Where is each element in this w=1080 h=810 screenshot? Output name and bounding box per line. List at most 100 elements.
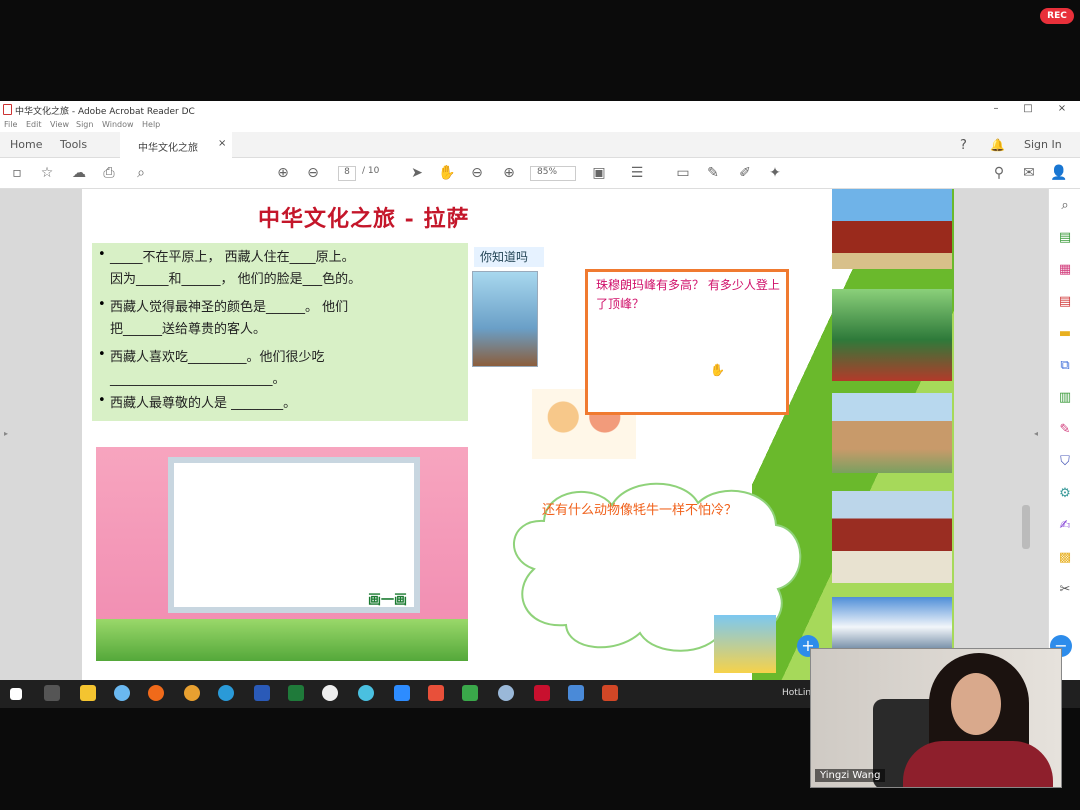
fit-page-icon[interactable]: ▣ [590,164,608,182]
question-1-line-1: _____不在平原上， 西藏人住在____原上。 [110,250,355,265]
organize-pages-icon[interactable]: ▦ [1056,261,1074,279]
save-icon[interactable]: ▫ [8,164,26,182]
pen-icon[interactable]: ✎ [704,164,722,182]
question-2-line-1: 西藏人觉得最神圣的颜色是______。 他们 [110,300,349,315]
protect-icon[interactable]: ⛉ [1056,453,1074,471]
word-icon[interactable] [254,685,270,701]
search-icon[interactable]: ⌕ [1056,197,1074,215]
recording-badge: REC [1040,8,1074,24]
stamp-tool-icon[interactable]: ▩ [1056,549,1074,567]
participant-name: Yingzi Wang [815,769,886,782]
comment-tool-icon[interactable]: ▬ [1056,325,1074,343]
right-pane-toggle-icon[interactable]: ◂ [1034,429,1038,438]
page-title: 中华文化之旅 - 拉萨 [258,206,470,232]
document-tab-label: 中华文化之旅 [138,143,198,154]
edge-icon[interactable] [218,685,234,701]
menu-edit[interactable]: Edit [26,120,42,129]
page-number-input[interactable]: 8 [338,166,356,181]
hand-cursor-icon: ✋ [710,363,725,377]
everest-question-box: 珠穆朗玛峰有多高？ 有多少人登上了顶峰？ [585,269,789,415]
photos-icon[interactable] [568,685,584,701]
question-2-line-2: 把______送给尊贵的客人。 [110,322,267,337]
stamp-icon[interactable]: ✦ [766,164,784,182]
export-pdf-icon[interactable]: ▤ [1056,229,1074,247]
question-3-line-2: _________________________。 [110,372,286,387]
zoom-icon[interactable]: ⌕ [132,164,150,182]
chrome-icon[interactable] [184,685,200,701]
minus-icon[interactable]: ⊖ [468,164,486,182]
maximize-button[interactable]: □ [1018,103,1038,114]
scan-icon[interactable]: ⚙ [1056,485,1074,503]
document-viewport[interactable]: ▸ ◂ 中华文化之旅 - 拉萨 • _____不在平原上， 西藏人住在____原… [0,189,1048,680]
scrollbar-thumb[interactable] [1022,505,1030,549]
acrobat-icon [3,104,12,115]
plus-icon[interactable]: ⊕ [500,164,518,182]
jokhang-temple-photo [832,491,952,583]
tab-bar: Home Tools 中华文化之旅 × ? 🔔 Sign In [0,132,1080,158]
horse-riders-photo [832,393,952,473]
tab-home[interactable]: Home [10,138,42,151]
weather-icon[interactable] [114,685,130,701]
question-1-line-2: 因为_____和______， 他们的脸是___色的。 [110,272,362,287]
menu-window[interactable]: Window [102,120,134,129]
up-icon[interactable]: ⊕ [274,164,292,182]
menu-file[interactable]: File [4,120,17,129]
festival-photo [832,289,952,381]
browser-icon[interactable] [498,685,514,701]
excel-icon[interactable] [288,685,304,701]
add-user-icon[interactable]: 👤 [1050,164,1068,182]
zoom-select[interactable]: 85% [530,166,576,181]
wechat-icon[interactable] [322,685,338,701]
person-shirt [903,741,1053,787]
question-panel: • _____不在平原上， 西藏人住在____原上。 因为_____和_____… [92,243,468,421]
draw-icon[interactable]: ✐ [736,164,754,182]
upload-icon[interactable]: ☁ [70,164,88,182]
powerpoint-icon[interactable] [602,685,618,701]
menu-bar: File Edit View Sign Window Help [0,118,1080,132]
mail-icon[interactable]: ✉ [1020,164,1038,182]
bullet: • [98,247,106,262]
person-face [951,673,1001,735]
firefox-icon[interactable] [148,685,164,701]
menu-help[interactable]: Help [142,120,160,129]
close-tab-icon[interactable]: × [218,138,226,149]
create-pdf-icon[interactable]: ▤ [1056,293,1074,311]
edit-pdf-icon[interactable]: ▥ [1056,389,1074,407]
task-view-icon[interactable] [44,685,60,701]
tab-tools[interactable]: Tools [60,138,87,151]
link-icon[interactable]: ⚲ [990,164,1008,182]
close-window-button[interactable]: × [1052,103,1072,114]
scroll-mode-icon[interactable]: ☰ [628,164,646,182]
fill-sign-icon[interactable]: ✎ [1056,421,1074,439]
bell-icon[interactable]: 🔔 [990,138,1005,152]
zoom-app-icon[interactable] [394,685,410,701]
down-icon[interactable]: ⊖ [304,164,322,182]
app-icon[interactable] [358,685,374,701]
star-icon[interactable]: ☆ [38,164,56,182]
git-icon[interactable] [428,685,444,701]
more-tools-icon[interactable]: ✂ [1056,581,1074,599]
windows-start-icon[interactable] [10,688,22,700]
print-icon[interactable]: ⎙ [100,164,118,182]
acrobat-window: 中华文化之旅 - Adobe Acrobat Reader DC – □ × F… [0,101,1080,680]
left-pane-toggle-icon[interactable]: ▸ [4,429,8,438]
hand-icon[interactable]: ✋ [438,164,456,182]
tab-document[interactable]: 中华文化之旅 × [120,132,232,158]
sign-icon[interactable]: ✍ [1056,517,1074,535]
sign-in-button[interactable]: Sign In [1024,138,1062,151]
combine-files-icon[interactable]: ⧉ [1056,357,1074,375]
help-icon[interactable]: ? [960,138,967,153]
menu-sign[interactable]: Sign [76,120,93,129]
menu-view[interactable]: View [50,120,69,129]
everest-question-text: 珠穆朗玛峰有多高？ 有多少人登上了顶峰？ [596,278,780,311]
acrobat-taskbar-icon[interactable] [534,685,550,701]
file-explorer-icon[interactable] [80,685,96,701]
bullet: • [98,297,106,312]
students-illustration [714,615,776,673]
minimize-button[interactable]: – [986,103,1006,114]
window-title: 中华文化之旅 - Adobe Acrobat Reader DC [15,107,195,117]
bullet: • [98,347,106,362]
select-arrow-icon[interactable]: ➤ [408,164,426,182]
comment-icon[interactable]: ▭ [674,164,692,182]
notepad-icon[interactable] [462,685,478,701]
